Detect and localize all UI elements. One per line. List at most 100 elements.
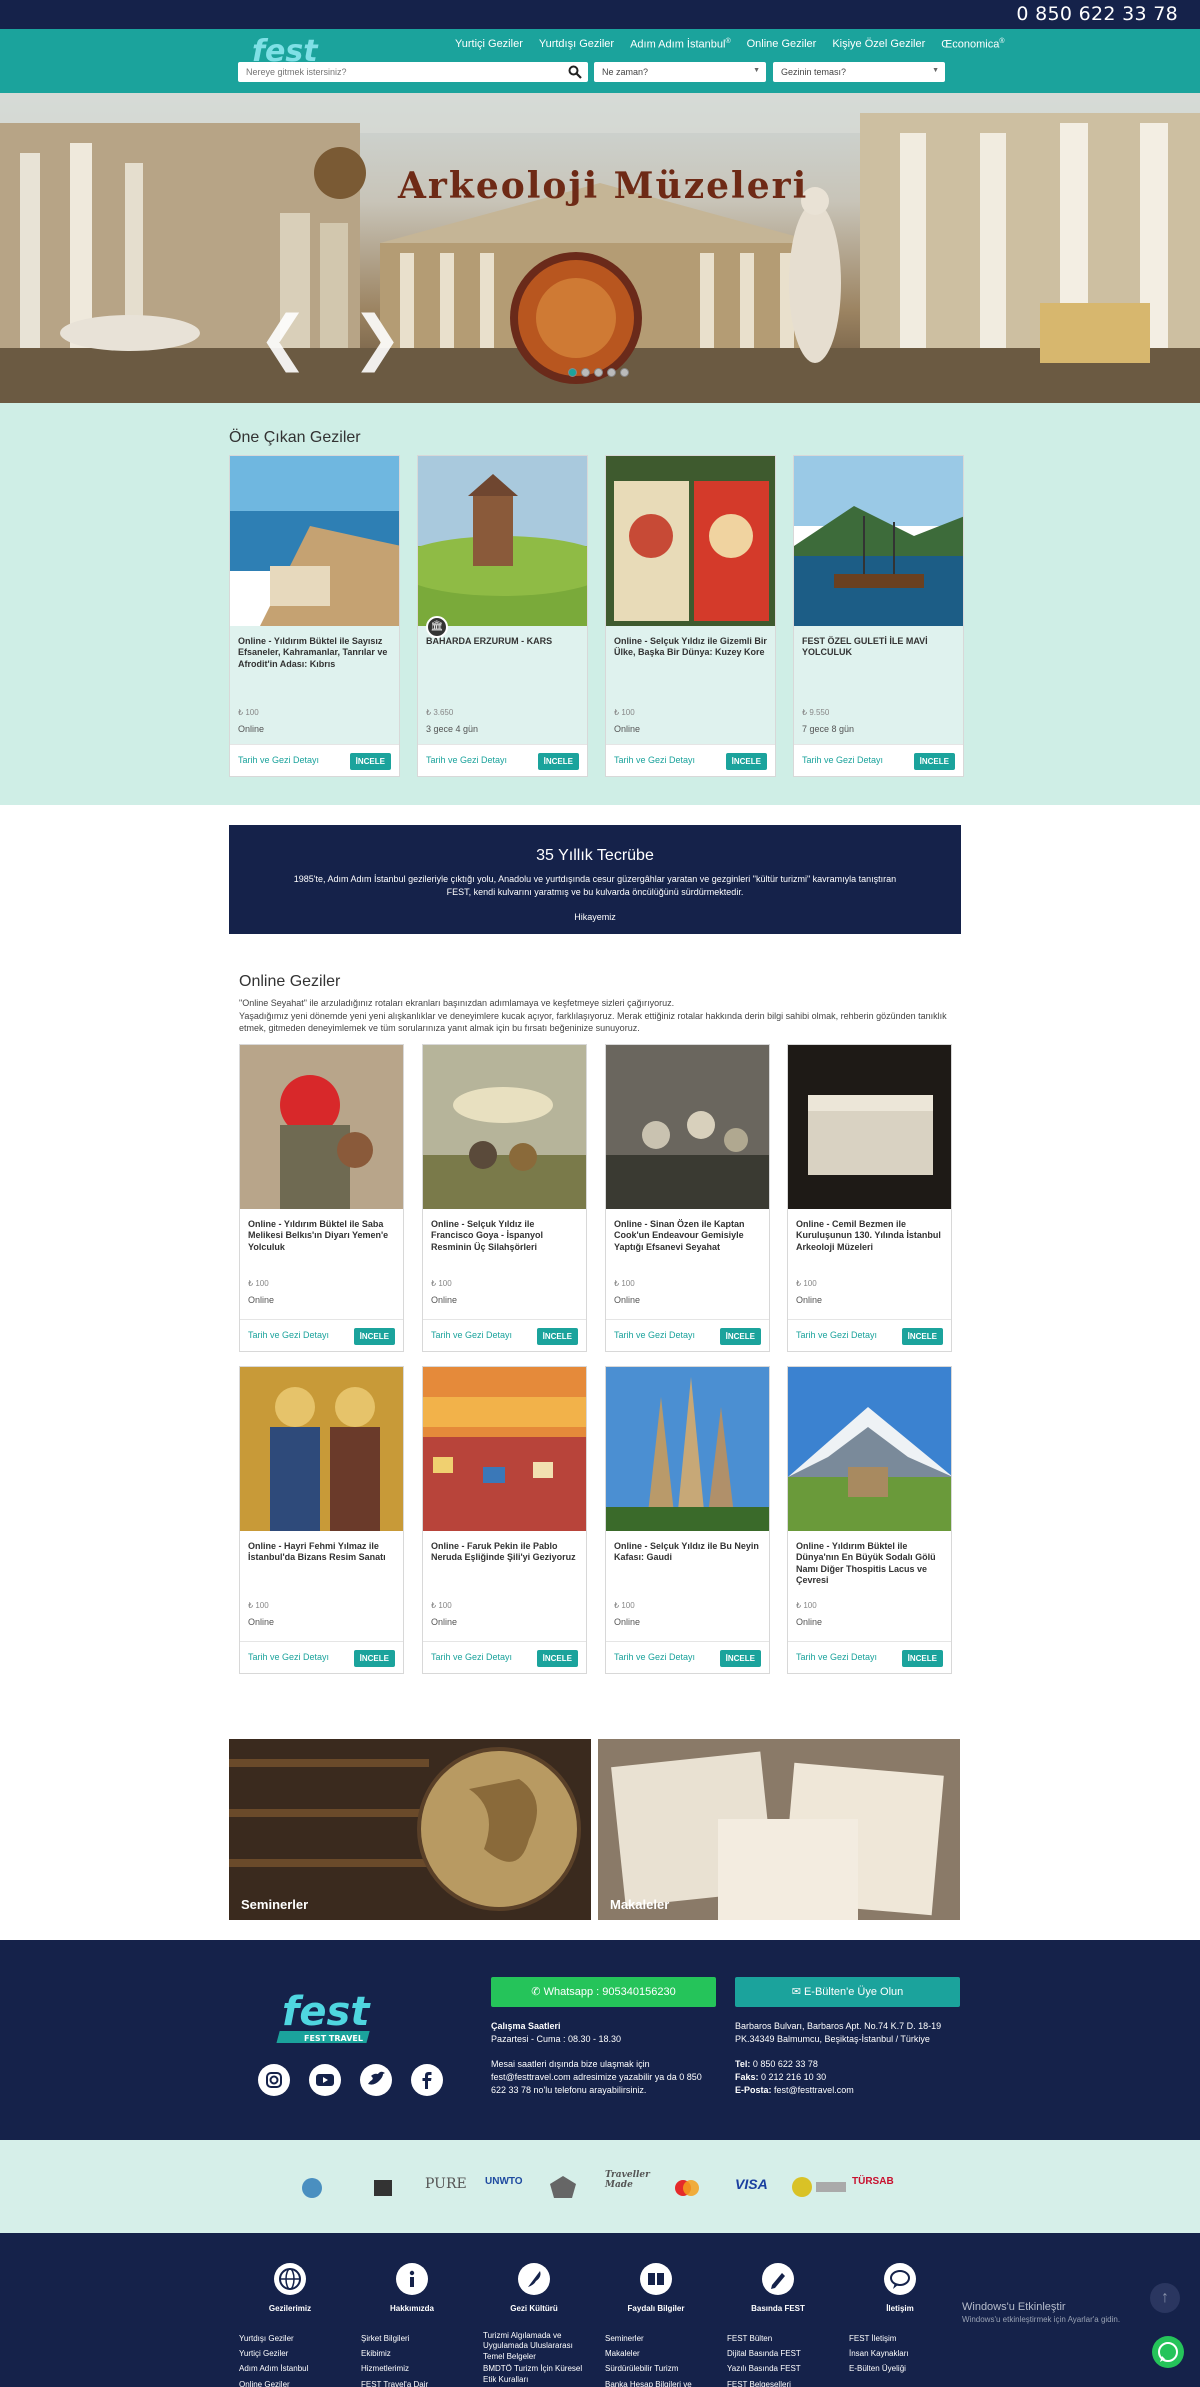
- card-inspect-button[interactable]: İNCELE: [725, 753, 767, 770]
- online-tour-card[interactable]: Online - Yıldırım Büktel ile Saba Melike…: [239, 1044, 404, 1352]
- nav-online[interactable]: Online Geziler: [747, 38, 817, 51]
- card-inspect-button[interactable]: İNCELE: [719, 1650, 761, 1667]
- footer-link[interactable]: FEST Travel'a Dair: [361, 2377, 471, 2387]
- instagram-icon[interactable]: [258, 2064, 290, 2096]
- online-tour-card[interactable]: Online - Selçuk Yıldız ile Bu Neyin Kafa…: [605, 1366, 770, 1674]
- footer-link[interactable]: İnsan Kaynakları: [849, 2346, 949, 2361]
- card-detail-link[interactable]: Tarih ve Gezi Detayı: [426, 755, 507, 765]
- footer-link[interactable]: Ekibimiz: [361, 2346, 471, 2361]
- footer-link[interactable]: Dijital Basında FEST: [727, 2346, 837, 2361]
- hero-prev-arrow[interactable]: ❮: [258, 303, 308, 373]
- card-detail-link[interactable]: Tarih ve Gezi Detayı: [796, 1330, 877, 1340]
- footer-link[interactable]: FEST Belgeselleri: [727, 2377, 837, 2387]
- tour-card[interactable]: Online - Yıldırım Büktel ile Sayısız Efs…: [229, 455, 400, 777]
- footer-link[interactable]: Şirket Bilgileri: [361, 2331, 471, 2346]
- card-price: ₺ 100: [614, 1601, 635, 1610]
- date-select[interactable]: Ne zaman? ▼: [594, 62, 766, 82]
- footer-link[interactable]: Adım Adım İstanbul: [239, 2361, 349, 2376]
- card-inspect-button[interactable]: İNCELE: [353, 1650, 395, 1667]
- slide-dot[interactable]: [620, 368, 629, 377]
- slide-dot[interactable]: [607, 368, 616, 377]
- card-detail-link[interactable]: Tarih ve Gezi Detayı: [248, 1652, 329, 1662]
- theme-select[interactable]: Gezinin teması? ▼: [773, 62, 945, 82]
- card-detail-link[interactable]: Tarih ve Gezi Detayı: [248, 1330, 329, 1340]
- online-tour-card[interactable]: Online - Faruk Pekin ile Pablo Neruda Eş…: [422, 1366, 587, 1674]
- online-tour-card[interactable]: Online - Selçuk Yıldız ile Francisco Goy…: [422, 1044, 587, 1352]
- newsletter-button[interactable]: ✉ E-Bülten'e Üye Olun: [735, 1977, 960, 2007]
- footer-link[interactable]: BMDTÖ Turizm İçin Küresel Etik Kuralları: [483, 2364, 595, 2385]
- footer-link[interactable]: Online Geziler: [239, 2377, 349, 2387]
- online-tour-card[interactable]: Online - Hayri Fehmi Yılmaz ile İstanbul…: [239, 1366, 404, 1674]
- slide-dot[interactable]: [581, 368, 590, 377]
- tour-card[interactable]: 🏛 BAHARDA ERZURUM - KARS ₺ 3.650 3 gece …: [417, 455, 588, 777]
- card-title: Online - Yıldırım Büktel ile Dünya'nın E…: [796, 1541, 936, 1585]
- search-icon[interactable]: [568, 65, 582, 79]
- online-tour-card[interactable]: Online - Sinan Özen ile Kaptan Cook'un E…: [605, 1044, 770, 1352]
- scroll-top-button[interactable]: ↑: [1150, 2283, 1180, 2313]
- footer-link[interactable]: Hizmetlerimiz: [361, 2361, 471, 2376]
- card-detail-link[interactable]: Tarih ve Gezi Detayı: [238, 755, 319, 765]
- slide-dot[interactable]: [594, 368, 603, 377]
- card-inspect-button[interactable]: İNCELE: [537, 753, 579, 770]
- card-detail-link[interactable]: Tarih ve Gezi Detayı: [614, 1652, 695, 1662]
- card-inspect-button[interactable]: İNCELE: [913, 753, 955, 770]
- twitter-icon[interactable]: [360, 2064, 392, 2096]
- card-detail-link[interactable]: Tarih ve Gezi Detayı: [614, 1330, 695, 1340]
- facebook-icon[interactable]: [411, 2064, 443, 2096]
- nav-private[interactable]: Kişiye Özel Geziler: [832, 38, 925, 51]
- card-duration: Online: [238, 724, 265, 734]
- card-inspect-button[interactable]: İNCELE: [353, 1328, 395, 1345]
- whatsapp-float-button[interactable]: [1152, 2336, 1184, 2368]
- card-inspect-button[interactable]: İNCELE: [901, 1650, 943, 1667]
- footer-link[interactable]: Yurtdışı Geziler: [239, 2331, 349, 2346]
- footer-link[interactable]: Banka Hesap Bilgileri ve: [605, 2377, 717, 2387]
- card-inspect-button[interactable]: İNCELE: [536, 1328, 578, 1345]
- online-tour-card[interactable]: Online - Cemil Bezmen ile Kuruluşunun 13…: [787, 1044, 952, 1352]
- nav-oeconomica[interactable]: Œconomica®: [941, 38, 1004, 51]
- footer-link[interactable]: Makaleler: [605, 2346, 717, 2361]
- tour-card[interactable]: Online - Selçuk Yıldız ile Gizemli Bir Ü…: [605, 455, 776, 777]
- card-detail-link[interactable]: Tarih ve Gezi Detayı: [796, 1652, 877, 1662]
- footer-link[interactable]: Turizmi Algılamada ve Uygulamada Uluslar…: [483, 2331, 595, 2362]
- footer-link[interactable]: E-Bülten Üyeliği: [849, 2361, 949, 2376]
- whatsapp-button[interactable]: ✆ Whatsapp : 905340156230: [491, 1977, 716, 2007]
- card-inspect-button[interactable]: İNCELE: [536, 1650, 578, 1667]
- footer-logo[interactable]: fest FEST TRAVEL: [270, 1985, 400, 2055]
- pen-icon: [762, 2263, 794, 2295]
- tour-card[interactable]: FEST ÖZEL GULETİ İLE MAVİ YOLCULUK ₺ 9.5…: [793, 455, 964, 777]
- footer-link[interactable]: Yurtiçi Geziler: [239, 2346, 349, 2361]
- card-detail-link[interactable]: Tarih ve Gezi Detayı: [802, 755, 883, 765]
- nav-domestic[interactable]: Yurtiçi Geziler: [455, 38, 523, 51]
- card-duration: Online: [796, 1295, 823, 1305]
- card-price: ₺ 100: [431, 1279, 452, 1288]
- links-press: FEST Bülten Dijital Basında FEST Yazılı …: [727, 2331, 837, 2387]
- card-detail-link[interactable]: Tarih ve Gezi Detayı: [431, 1330, 512, 1340]
- card-inspect-button[interactable]: İNCELE: [719, 1328, 761, 1345]
- nav-istanbul[interactable]: Adım Adım İstanbul®: [630, 38, 731, 51]
- search-input[interactable]: [238, 62, 558, 82]
- card-inspect-button[interactable]: İNCELE: [901, 1328, 943, 1345]
- footer-link[interactable]: Yazılı Basında FEST: [727, 2361, 837, 2376]
- online-title: Online Geziler: [239, 973, 341, 990]
- footer-link[interactable]: Sürdürülebilir Turizm: [605, 2361, 717, 2376]
- card-detail-link[interactable]: Tarih ve Gezi Detayı: [614, 755, 695, 765]
- footer-link[interactable]: FEST Bülten: [727, 2331, 837, 2346]
- header-phone[interactable]: 0 850 622 33 78: [1016, 3, 1178, 25]
- youtube-icon[interactable]: [309, 2064, 341, 2096]
- slide-dot[interactable]: [568, 368, 577, 377]
- footer-email-link[interactable]: fest@festtravel.com: [774, 2085, 854, 2095]
- hero-next-arrow[interactable]: ❯: [352, 303, 402, 373]
- card-inspect-button[interactable]: İNCELE: [349, 753, 391, 770]
- articles-banner[interactable]: Makaleler: [598, 1739, 960, 1920]
- seminars-banner[interactable]: Seminerler: [229, 1739, 591, 1920]
- online-description: "Online Seyahat" ile arzuladığınız rotal…: [239, 998, 947, 1034]
- footer-link[interactable]: Seminerler: [605, 2331, 717, 2346]
- card-duration: Online: [431, 1295, 458, 1305]
- card-detail-link[interactable]: Tarih ve Gezi Detayı: [431, 1652, 512, 1662]
- online-tour-card[interactable]: Online - Yıldırım Büktel ile Dünya'nın E…: [787, 1366, 952, 1674]
- our-story-link[interactable]: Hikayemiz: [229, 912, 961, 922]
- footer-link[interactable]: FEST İletişim: [849, 2331, 949, 2346]
- card-footer: Tarih ve Gezi Detayı İNCELE: [240, 1319, 403, 1351]
- nav-international[interactable]: Yurtdışı Geziler: [539, 38, 614, 51]
- tour-image: [788, 1367, 951, 1531]
